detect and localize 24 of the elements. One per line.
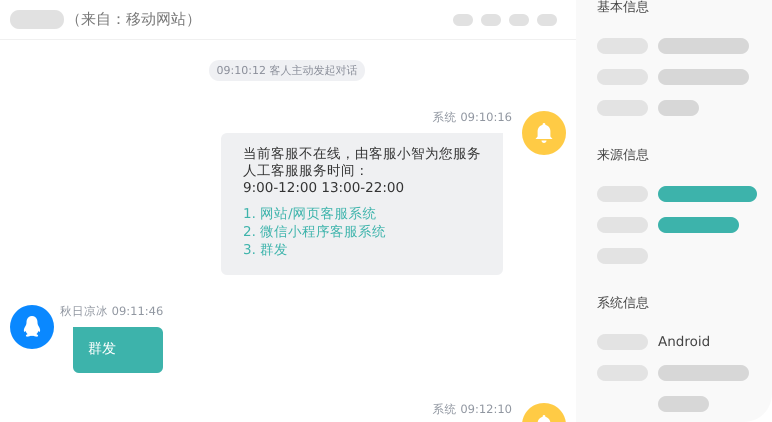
value-placeholder [658,396,709,412]
section-title: 来源信息 [597,148,650,164]
message-meta: 秋日凉冰 09:11:46 [60,304,164,318]
value-placeholder [658,100,699,116]
action-placeholder[interactable] [509,14,529,26]
system-notice: 09:10:12 客人主动发起对话 [208,60,366,81]
message-text: 群发 [88,340,117,359]
option-link[interactable]: 1. 网站/网页客服系统 [243,205,481,223]
penguin-icon [22,315,42,339]
name-placeholder [10,10,64,29]
message-text: 人工客服服务时间： [243,163,370,180]
value-text: Android [658,334,710,350]
message-text: 9:00-12:00 13:00-22:00 [243,180,406,197]
message-meta: 系统 09:10:16 [432,110,512,124]
action-placeholder[interactable] [537,14,557,26]
message-text: 当前客服不在线，由客服小智为您服务 [243,146,481,163]
section-title: 系统信息 [597,296,650,312]
source-label: （来自：移动网站） [66,10,201,29]
message-meta: 系统 09:12:10 [432,402,512,416]
action-placeholder[interactable] [481,14,501,26]
option-link[interactable]: 2. 微信小程序客服系统 [243,223,481,241]
section-title: 基本信息 [597,0,650,16]
action-placeholder[interactable] [453,14,473,26]
option-link[interactable]: 3. 群发 [243,241,481,259]
